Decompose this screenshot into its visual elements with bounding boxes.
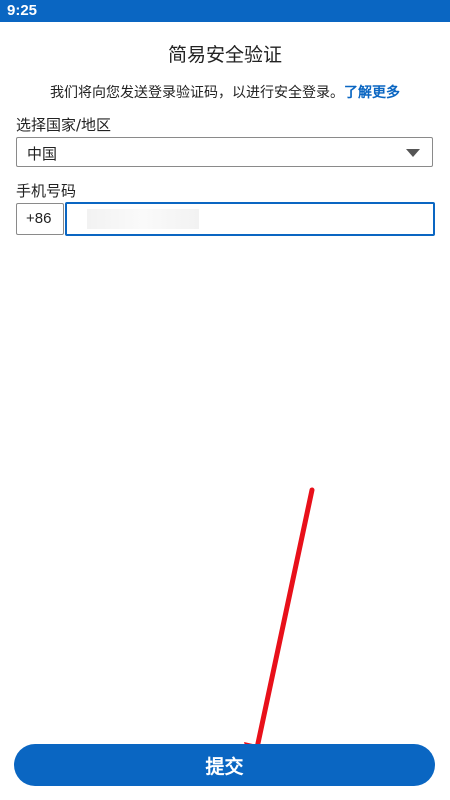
country-code-value: +86 <box>26 210 52 227</box>
country-selected-value: 中国 <box>27 145 58 163</box>
learn-more-link[interactable]: 了解更多 <box>344 85 400 101</box>
status-bar: 9:25 <box>0 0 450 22</box>
red-arrow-shaft <box>254 487 315 751</box>
country-field-label: 选择国家/地区 <box>16 116 112 134</box>
submit-button[interactable]: 提交 <box>14 744 435 786</box>
dropdown-arrow-icon <box>406 149 420 157</box>
country-code-box[interactable]: +86 <box>16 203 64 235</box>
description-body: 我们将向您发送登录验证码，以进行安全登录。 <box>50 85 344 101</box>
description-text: 我们将向您发送登录验证码，以进行安全登录。了解更多 <box>0 82 450 102</box>
phone-number-input[interactable] <box>65 202 435 236</box>
country-select[interactable]: 中国 <box>16 137 433 167</box>
redacted-number-blur <box>87 209 199 229</box>
phone-field-label: 手机号码 <box>16 182 77 200</box>
page-title: 简易安全验证 <box>167 44 282 66</box>
status-time: 9:25 <box>7 2 38 19</box>
